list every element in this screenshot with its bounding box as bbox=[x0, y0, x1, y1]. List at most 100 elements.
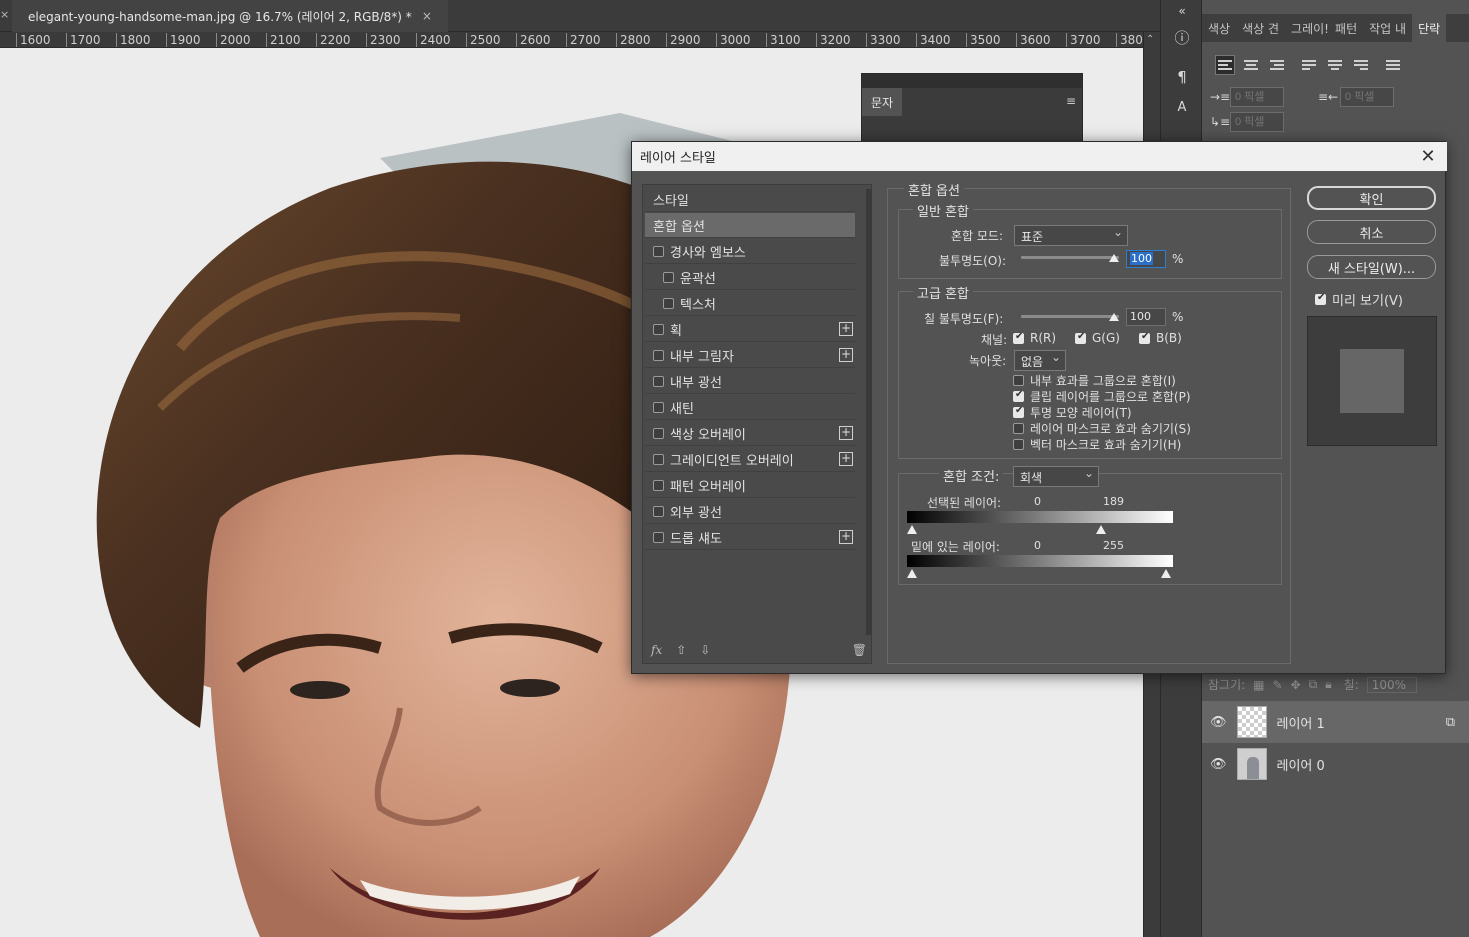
transparency-shapes-checkbox[interactable]: 투명 모양 레이어(T) bbox=[1013, 404, 1132, 421]
style-checkbox[interactable] bbox=[653, 531, 664, 543]
blend-if-select[interactable]: 회색 bbox=[1013, 466, 1099, 487]
justify-left-button[interactable] bbox=[1300, 56, 1318, 74]
close-icon[interactable]: × bbox=[0, 8, 9, 21]
blend-mode-select[interactable]: 표준 bbox=[1014, 225, 1128, 246]
align-left-button[interactable] bbox=[1215, 55, 1235, 75]
move-down-icon[interactable]: ⇩ bbox=[700, 643, 710, 657]
visibility-eye-icon[interactable]: 👁︎ bbox=[1210, 757, 1227, 772]
align-center-button[interactable] bbox=[1242, 56, 1260, 74]
style-item[interactable]: 스타일 bbox=[645, 187, 855, 212]
style-item[interactable]: 외부 광선 bbox=[645, 499, 855, 524]
opacity-slider[interactable] bbox=[1021, 256, 1119, 259]
add-effect-icon[interactable]: + bbox=[839, 322, 853, 336]
vector-mask-hides-effects-checkbox[interactable]: 벡터 마스크로 효과 숨기기(H) bbox=[1013, 436, 1181, 453]
fill-opacity-slider[interactable] bbox=[1021, 315, 1119, 318]
layer-row[interactable]: 👁︎ 레이어 0 bbox=[1202, 743, 1469, 785]
style-checkbox[interactable] bbox=[653, 453, 664, 465]
document-tab[interactable]: elegant-young-handsome-man.jpg @ 16.7% (… bbox=[12, 0, 448, 32]
style-checkbox[interactable] bbox=[653, 349, 664, 361]
tab-character[interactable]: 문자 bbox=[862, 88, 902, 116]
style-checkbox[interactable] bbox=[663, 271, 674, 283]
style-checkbox[interactable] bbox=[653, 427, 664, 439]
dialog-title-bar[interactable]: 레이어 스타일 ✕ bbox=[632, 142, 1447, 171]
style-checkbox[interactable] bbox=[653, 479, 664, 491]
underlying-black-slider[interactable] bbox=[907, 569, 917, 578]
style-item[interactable]: 내부 광선 bbox=[645, 369, 855, 394]
justify-center-button[interactable] bbox=[1326, 56, 1344, 74]
delete-icon[interactable]: 🗑︎ bbox=[852, 643, 867, 657]
style-item[interactable]: 색상 오버레이 + bbox=[645, 421, 855, 446]
style-checkbox[interactable] bbox=[653, 245, 664, 257]
cancel-button[interactable]: 취소 bbox=[1307, 220, 1436, 244]
style-item[interactable]: 텍스처 bbox=[645, 291, 855, 316]
tab-patterns[interactable]: 패턴 bbox=[1329, 14, 1363, 42]
opacity-input[interactable]: 100 bbox=[1126, 250, 1166, 268]
justify-all-button[interactable] bbox=[1384, 56, 1402, 74]
lock-pixels-icon[interactable]: ✎ bbox=[1273, 678, 1283, 692]
tab-gradients[interactable]: 그레이! bbox=[1285, 14, 1329, 42]
fill-opacity-slider-thumb[interactable] bbox=[1109, 313, 1119, 321]
fill-input[interactable]: 100% bbox=[1366, 676, 1418, 693]
blend-clipped-layers-checkbox[interactable]: 클립 레이어를 그룹으로 혼합(P) bbox=[1013, 388, 1191, 405]
preview-checkbox[interactable]: 미리 보기(V) bbox=[1315, 290, 1403, 309]
indent-first-line-input[interactable] bbox=[1230, 112, 1284, 132]
channel-g-checkbox[interactable]: G(G) bbox=[1075, 331, 1120, 345]
layer-row[interactable]: 👁︎ 레이어 1 ⧉ bbox=[1202, 701, 1469, 743]
style-item[interactable]: 내부 그림자 + bbox=[645, 343, 855, 368]
channel-b-checkbox[interactable]: B(B) bbox=[1139, 331, 1182, 345]
info-icon[interactable]: ⓘ bbox=[1171, 26, 1193, 48]
indent-right-input[interactable] bbox=[1340, 87, 1394, 107]
knockout-select[interactable]: 없음 bbox=[1014, 350, 1066, 371]
add-effect-icon[interactable]: + bbox=[839, 452, 853, 466]
style-item[interactable]: 혼합 옵션 bbox=[645, 213, 855, 238]
tab-paragraph[interactable]: 단락 bbox=[1412, 14, 1447, 42]
panel-header[interactable] bbox=[862, 74, 1082, 88]
align-right-button[interactable] bbox=[1268, 56, 1286, 74]
justify-right-button[interactable] bbox=[1352, 56, 1370, 74]
panel-menu-icon[interactable]: ≡ bbox=[1066, 94, 1076, 108]
paragraph-icon[interactable]: ¶ bbox=[1171, 66, 1193, 88]
add-effect-icon[interactable]: + bbox=[839, 426, 853, 440]
chevron-up-icon[interactable]: ⌃ bbox=[1146, 34, 1154, 45]
list-scrollbar[interactable] bbox=[866, 189, 871, 635]
add-effect-icon[interactable]: + bbox=[839, 530, 853, 544]
lock-artboard-icon[interactable]: ⧉ bbox=[1309, 677, 1318, 692]
add-effect-icon[interactable]: + bbox=[839, 348, 853, 362]
layer-name[interactable]: 레이어 1 bbox=[1277, 713, 1325, 732]
style-item[interactable]: 패턴 오버레이 bbox=[645, 473, 855, 498]
tab-color[interactable]: 색상 bbox=[1202, 14, 1236, 42]
tab-swatches[interactable]: 색상 견 bbox=[1236, 14, 1285, 42]
style-item[interactable]: 획 + bbox=[645, 317, 855, 342]
move-up-icon[interactable]: ⇧ bbox=[676, 643, 686, 657]
this-layer-white-slider[interactable] bbox=[1096, 525, 1106, 534]
layer-mask-hides-effects-checkbox[interactable]: 레이어 마스크로 효과 숨기기(S) bbox=[1013, 420, 1191, 437]
channel-r-checkbox[interactable]: R(R) bbox=[1013, 331, 1056, 345]
blend-interior-effects-checkbox[interactable]: 내부 효과를 그룹으로 혼합(I) bbox=[1013, 372, 1176, 389]
this-layer-black-slider[interactable] bbox=[907, 525, 917, 534]
style-checkbox[interactable] bbox=[653, 323, 664, 335]
close-icon[interactable]: ✕ bbox=[1417, 145, 1439, 167]
style-checkbox[interactable] bbox=[653, 401, 664, 413]
style-checkbox[interactable] bbox=[663, 297, 674, 309]
tab-history[interactable]: 작업 내 bbox=[1363, 14, 1412, 42]
underlying-white-slider[interactable] bbox=[1161, 569, 1171, 578]
fx-icon[interactable]: fx bbox=[651, 643, 662, 657]
style-checkbox[interactable] bbox=[653, 505, 664, 517]
layer-name[interactable]: 레이어 0 bbox=[1277, 755, 1325, 774]
character-icon[interactable]: A bbox=[1171, 96, 1193, 118]
style-item[interactable]: 윤곽선 bbox=[645, 265, 855, 290]
lock-all-icon[interactable]: 🔒︎ bbox=[1325, 677, 1331, 692]
lock-position-icon[interactable]: ✥ bbox=[1291, 678, 1301, 692]
ok-button[interactable]: 확인 bbox=[1307, 186, 1436, 210]
new-style-button[interactable]: 새 스타일(W)... bbox=[1307, 255, 1436, 279]
fill-opacity-input[interactable]: 100 bbox=[1126, 308, 1166, 326]
visibility-eye-icon[interactable]: 👁︎ bbox=[1210, 715, 1227, 730]
style-checkbox[interactable] bbox=[653, 375, 664, 387]
close-icon[interactable]: × bbox=[422, 9, 432, 23]
style-item[interactable]: 새틴 bbox=[645, 395, 855, 420]
indent-left-input[interactable] bbox=[1230, 87, 1284, 107]
style-item[interactable]: 경사와 엠보스 bbox=[645, 239, 855, 264]
style-item[interactable]: 그레이디언트 오버레이 + bbox=[645, 447, 855, 472]
style-item[interactable]: 드롭 섀도 + bbox=[645, 525, 855, 550]
lock-transparent-icon[interactable]: ▦ bbox=[1253, 678, 1264, 692]
